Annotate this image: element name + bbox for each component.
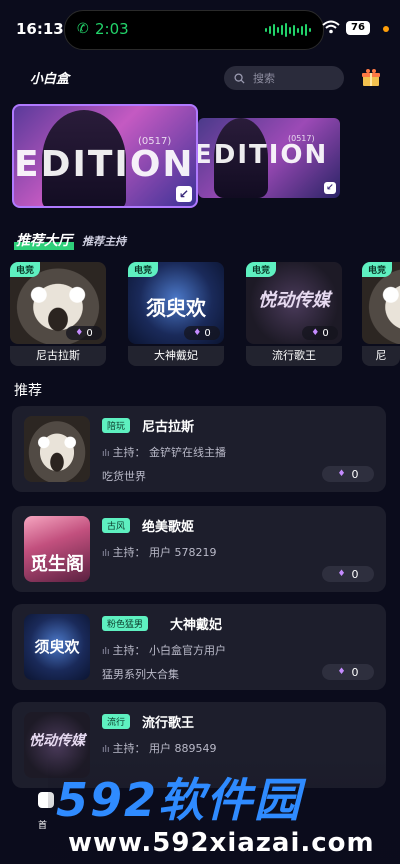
category-tag: 粉色猛男 bbox=[102, 616, 149, 631]
flame-icon: ♦ bbox=[337, 569, 346, 579]
room-description: 猛男系列大合集 bbox=[102, 668, 179, 681]
room-host: ılı 主持： 用户 578219 bbox=[102, 546, 217, 559]
flame-icon: ♦ bbox=[311, 328, 320, 338]
popularity-count: ♦ 0 bbox=[302, 326, 338, 340]
list-item[interactable]: 须臾欢 粉色猛男 大神戴妃 ılı 主持： 小白盒官方用户 猛男系列大合集 ♦ 0 bbox=[12, 604, 386, 690]
popularity-count: ♦ 0 bbox=[66, 326, 102, 340]
wifi-icon bbox=[322, 20, 340, 34]
popularity-count: ♦ 0 bbox=[322, 566, 374, 582]
section-header: 推荐大厅 推荐主持 bbox=[14, 230, 126, 250]
watermark: 592软件园 www.592xiazai.com bbox=[48, 754, 400, 864]
flame-icon: ♦ bbox=[193, 328, 202, 338]
watermark-url: www.592xiazai.com bbox=[68, 828, 375, 858]
popularity-count: ♦ 0 bbox=[322, 664, 374, 680]
room-name: 流行歌王 bbox=[142, 716, 195, 731]
mic-icon: ılı bbox=[102, 647, 110, 657]
room-name: 大神戴妃 bbox=[170, 618, 223, 633]
status-bar: 16:13 ✆ 2:03 76 bbox=[0, 0, 400, 58]
banner-subtitle: (0517) bbox=[138, 136, 172, 147]
hall-card[interactable]: 电竞 尼 bbox=[362, 262, 400, 366]
section-title: 推荐大厅 bbox=[14, 230, 74, 250]
recommend-title: 推荐 bbox=[14, 383, 42, 399]
banner-secondary[interactable]: EDITION (0517) ↙ bbox=[198, 118, 340, 198]
girl-cover-image: 觅生阁 bbox=[24, 516, 90, 582]
room-thumbnail: 觅生阁 bbox=[24, 516, 90, 582]
category-tag: 陪玩 bbox=[102, 418, 131, 433]
room-thumbnail bbox=[24, 416, 90, 482]
search-icon bbox=[234, 72, 245, 84]
hall-name: 大神戴妃 bbox=[128, 346, 224, 366]
category-tag: 电竞 bbox=[362, 262, 393, 277]
banner-main[interactable]: EDITION (0517) ↙ bbox=[12, 104, 198, 208]
list-item[interactable]: 陪玩 尼古拉斯 ılı 主持： 金铲铲在线主播 吃货世界 ♦ 0 bbox=[12, 406, 386, 492]
status-time: 16:13 bbox=[16, 20, 64, 38]
hall-card[interactable]: 须臾欢 电竞 ♦ 0 大神戴妃 bbox=[128, 262, 224, 366]
watermark-logo: 592软件园 bbox=[56, 773, 303, 827]
phone-icon: ✆ bbox=[77, 21, 89, 37]
banner-title: EDITION bbox=[14, 144, 195, 185]
room-host: ılı 主持： 金铲铲在线主播 bbox=[102, 446, 227, 459]
home-tab-label[interactable]: 首 bbox=[38, 818, 47, 831]
privacy-indicator-dot bbox=[383, 26, 389, 32]
search-input[interactable]: 搜索 bbox=[224, 66, 344, 90]
room-name: 绝美歌姬 bbox=[142, 520, 195, 535]
app-logo: 小白盒 bbox=[30, 72, 70, 87]
hall-name: 尼 bbox=[362, 346, 400, 366]
gift-box-icon[interactable] bbox=[360, 66, 382, 88]
app-header: 小白盒 搜索 bbox=[0, 62, 400, 94]
hall-card[interactable]: 电竞 ♦ 0 尼古拉斯 bbox=[10, 262, 106, 366]
list-item[interactable]: 觅生阁 古风 绝美歌姬 ılı 主持： 用户 578219 ♦ 0 bbox=[12, 506, 386, 592]
category-tag: 流行 bbox=[102, 714, 131, 729]
flame-icon: ♦ bbox=[337, 667, 346, 677]
banner-subtitle: (0517) bbox=[288, 134, 315, 143]
hall-name: 流行歌王 bbox=[246, 346, 342, 366]
expand-arrow-icon[interactable]: ↙ bbox=[176, 186, 192, 202]
room-thumbnail: 须臾欢 bbox=[24, 614, 90, 680]
dynamic-island-call[interactable]: ✆ 2:03 bbox=[64, 10, 324, 50]
banner-title: EDITION bbox=[198, 140, 329, 170]
music-cover-image: 须臾欢 bbox=[24, 614, 90, 680]
flame-icon: ♦ bbox=[75, 328, 84, 338]
category-tag: 电竞 bbox=[10, 262, 41, 277]
mic-icon: ılı bbox=[102, 549, 110, 559]
expand-arrow-icon[interactable]: ↙ bbox=[324, 182, 336, 194]
section-subtitle[interactable]: 推荐主持 bbox=[82, 233, 126, 249]
room-name: 尼古拉斯 bbox=[142, 420, 195, 435]
room-description: 吃货世界 bbox=[102, 470, 146, 483]
battery-indicator: 76 bbox=[346, 21, 370, 35]
search-placeholder: 搜索 bbox=[253, 72, 275, 85]
hall-name: 尼古拉斯 bbox=[10, 346, 106, 366]
hall-card[interactable]: 悦动传媒 电竞 ♦ 0 流行歌王 bbox=[246, 262, 342, 366]
call-duration: 2:03 bbox=[95, 20, 129, 38]
category-tag: 电竞 bbox=[246, 262, 277, 277]
husky-image bbox=[24, 416, 90, 482]
popularity-count: ♦ 0 bbox=[322, 466, 374, 482]
audio-wave-icon bbox=[265, 23, 315, 37]
category-tag: 古风 bbox=[102, 518, 131, 533]
category-tag: 电竞 bbox=[128, 262, 159, 277]
flame-icon: ♦ bbox=[337, 469, 346, 479]
mic-icon: ılı bbox=[102, 449, 110, 459]
popularity-count: ♦ 0 bbox=[184, 326, 220, 340]
room-host: ılı 主持： 小白盒官方用户 bbox=[102, 644, 227, 657]
hall-carousel[interactable]: 电竞 ♦ 0 尼古拉斯 须臾欢 电竞 ♦ 0 大神戴妃 悦动传媒 电竞 ♦ 0 流行歌… bbox=[0, 262, 400, 368]
